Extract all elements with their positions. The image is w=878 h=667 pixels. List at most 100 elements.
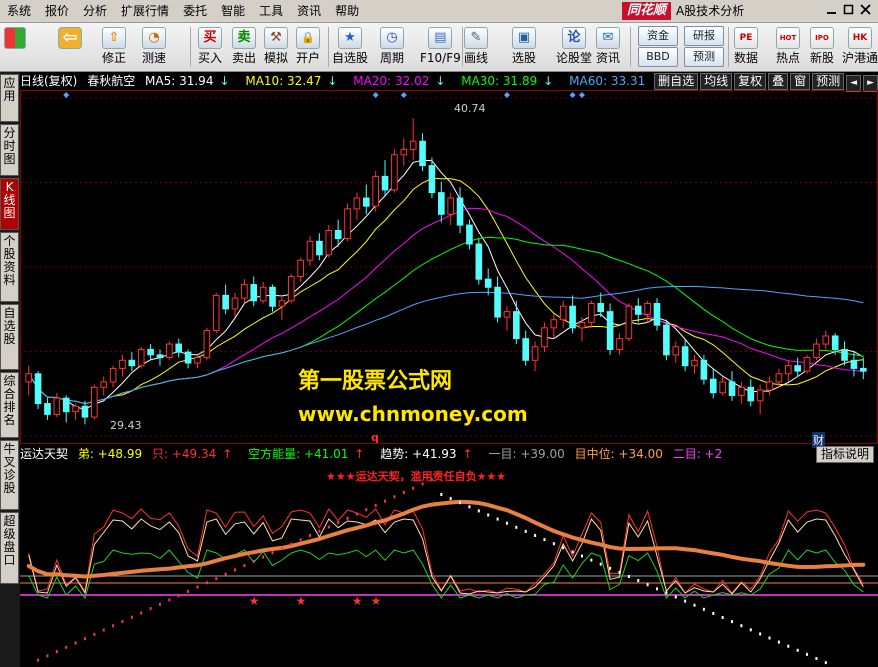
toolbar-pencil-button[interactable]: ✎ 画线: [464, 25, 488, 69]
toolbar-back-button[interactable]: ⇦: [58, 25, 82, 69]
candle-body: [372, 175, 379, 207]
indicator-dot: [580, 554, 583, 558]
toolbar-f10-button[interactable]: ▤ F10/F9: [420, 25, 461, 69]
indicator-name[interactable]: 运达天契: [20, 447, 68, 461]
menu-1[interactable]: 报价: [38, 0, 76, 22]
indicator-chart[interactable]: ★ ★ ★ ★: [20, 463, 878, 667]
ma10-value: MA10: 32.47 ↓: [245, 74, 343, 88]
toolbar-cycle-button[interactable]: ◷ 周期: [380, 25, 404, 69]
menu-6[interactable]: 工具: [252, 0, 290, 22]
menu-0[interactable]: 系统: [0, 0, 38, 22]
indicator-dot: [571, 550, 574, 554]
toolbar-buy-button[interactable]: 买买入: [198, 25, 222, 69]
indicator-dot: [815, 657, 818, 660]
indicator-dot: [796, 648, 799, 652]
left-tab-0[interactable]: 应用: [0, 74, 19, 122]
candle-body: [663, 324, 670, 356]
menu-3[interactable]: 扩展行情: [114, 0, 176, 22]
menu-8[interactable]: 帮助: [328, 0, 366, 22]
candle-body: [513, 311, 520, 340]
chart-btn-1[interactable]: 均线: [700, 73, 733, 90]
chart-btn-3[interactable]: 叠: [768, 73, 789, 90]
down-arrow-icon: ↓: [435, 74, 446, 88]
toolbar-hot-button[interactable]: HOT 热点: [776, 25, 800, 69]
toolbar-bbd-button[interactable]: BBD: [638, 47, 678, 67]
chart-btn-5[interactable]: 预测: [812, 73, 845, 90]
toolbar-separator: [462, 27, 463, 67]
toolbar-pe-button[interactable]: PE 数据: [734, 25, 758, 69]
candle-body: [325, 229, 333, 256]
toolbar-star-button[interactable]: ★ 自选股: [332, 25, 368, 69]
candle-body: [447, 197, 455, 215]
indicator-dot: [55, 650, 58, 654]
left-tab-5[interactable]: 综合排名: [0, 372, 19, 438]
menu-5[interactable]: 智能: [214, 0, 252, 22]
indicator-help-button[interactable]: 指标说明: [815, 446, 874, 463]
toolbar-report-button[interactable]: 研报: [684, 26, 724, 46]
left-tab-1[interactable]: 分时图: [0, 124, 19, 176]
left-tab-2[interactable]: K线图: [0, 178, 19, 230]
toolbar-forecast-button[interactable]: 预测: [684, 47, 724, 67]
indicator-dot: [112, 624, 115, 628]
toolbar-ipo-button[interactable]: IPO 新股: [810, 25, 834, 69]
candle-body: [588, 303, 595, 323]
sell-icon: 卖: [232, 27, 256, 49]
candle-body: [203, 330, 211, 359]
toolbar-clock-button[interactable]: ◔ 测速: [142, 25, 166, 69]
menu-7[interactable]: 资讯: [290, 0, 328, 22]
indicator-dot: [449, 497, 452, 501]
toolbar-monitor-button[interactable]: ▣ 选股: [512, 25, 536, 69]
left-tab-6[interactable]: 牛叉诊股: [0, 440, 19, 510]
left-tab-4[interactable]: 自选股: [0, 304, 19, 370]
candle-body: [400, 148, 408, 156]
indicator-dot: [768, 636, 771, 640]
toolbar-hammer-button[interactable]: ⚒ 模拟: [264, 25, 288, 69]
candle-body: [128, 359, 136, 367]
chart-btn-2[interactable]: 复权: [734, 73, 767, 90]
restore-icon[interactable]: [843, 4, 854, 15]
candle-body: [559, 305, 567, 321]
indicator-dot: [177, 594, 180, 598]
candle-body: [644, 303, 651, 315]
candle-body: [466, 224, 473, 245]
left-tab-3[interactable]: 个股资料: [0, 232, 19, 302]
indicator-dot: [430, 478, 433, 482]
event-marker-q[interactable]: q: [371, 431, 379, 444]
left-tab-7[interactable]: 超级盘口: [0, 512, 19, 584]
indicator-dot: [627, 575, 630, 578]
hammer-icon: ⚒: [264, 27, 288, 49]
app-title: A股技术分析: [676, 4, 745, 18]
candle-body: [766, 381, 773, 391]
toolbar-grid-button[interactable]: [4, 25, 26, 69]
indicator-qushi: 趋势: +41.93 ↑: [380, 447, 478, 461]
menu-4[interactable]: 委托: [176, 0, 214, 22]
signal-star-icon: ★: [296, 594, 307, 608]
toolbar-hk-button[interactable]: HK 沪港通: [842, 25, 878, 69]
event-diamond-icon: [63, 92, 70, 98]
menu-2[interactable]: 分析: [76, 0, 114, 22]
toolbar-label: 新股: [810, 51, 835, 65]
toolbar-forum-button[interactable]: 论论股堂: [556, 25, 592, 69]
minimize-icon[interactable]: [826, 4, 837, 15]
close-icon[interactable]: [860, 4, 871, 15]
chart-btn-0[interactable]: 删自选: [654, 73, 699, 90]
candle-body: [569, 305, 576, 329]
toolbar-separator: [328, 27, 329, 67]
toolbar-sell-button[interactable]: 卖卖出: [232, 25, 256, 69]
toolbar-fund-button[interactable]: 资金: [638, 26, 678, 46]
candle-body: [700, 359, 708, 380]
candle-body: [287, 275, 295, 302]
down-arrow-icon: ↓: [327, 74, 338, 88]
indicator-zhi: 只: +49.34 ↑: [152, 447, 238, 461]
period-label[interactable]: 日线(复权): [20, 74, 77, 88]
candle-body: [353, 197, 361, 210]
candle-body: [147, 348, 154, 356]
menu-bar: 系统 报价 分析 扩展行情 委托 智能 工具 资讯 帮助 同花顺 A股技术分析: [0, 0, 878, 23]
candle-body: [231, 297, 239, 310]
candle-body: [578, 321, 586, 329]
toolbar-revise-button[interactable]: ⇧ 修正: [102, 25, 126, 69]
chart-btn-4[interactable]: 窗: [790, 73, 811, 90]
toolbar-lock-button[interactable]: 🔒 开户: [296, 25, 320, 69]
candle-body: [316, 240, 323, 256]
toolbar-news-button[interactable]: ✉ 资讯: [596, 25, 620, 69]
